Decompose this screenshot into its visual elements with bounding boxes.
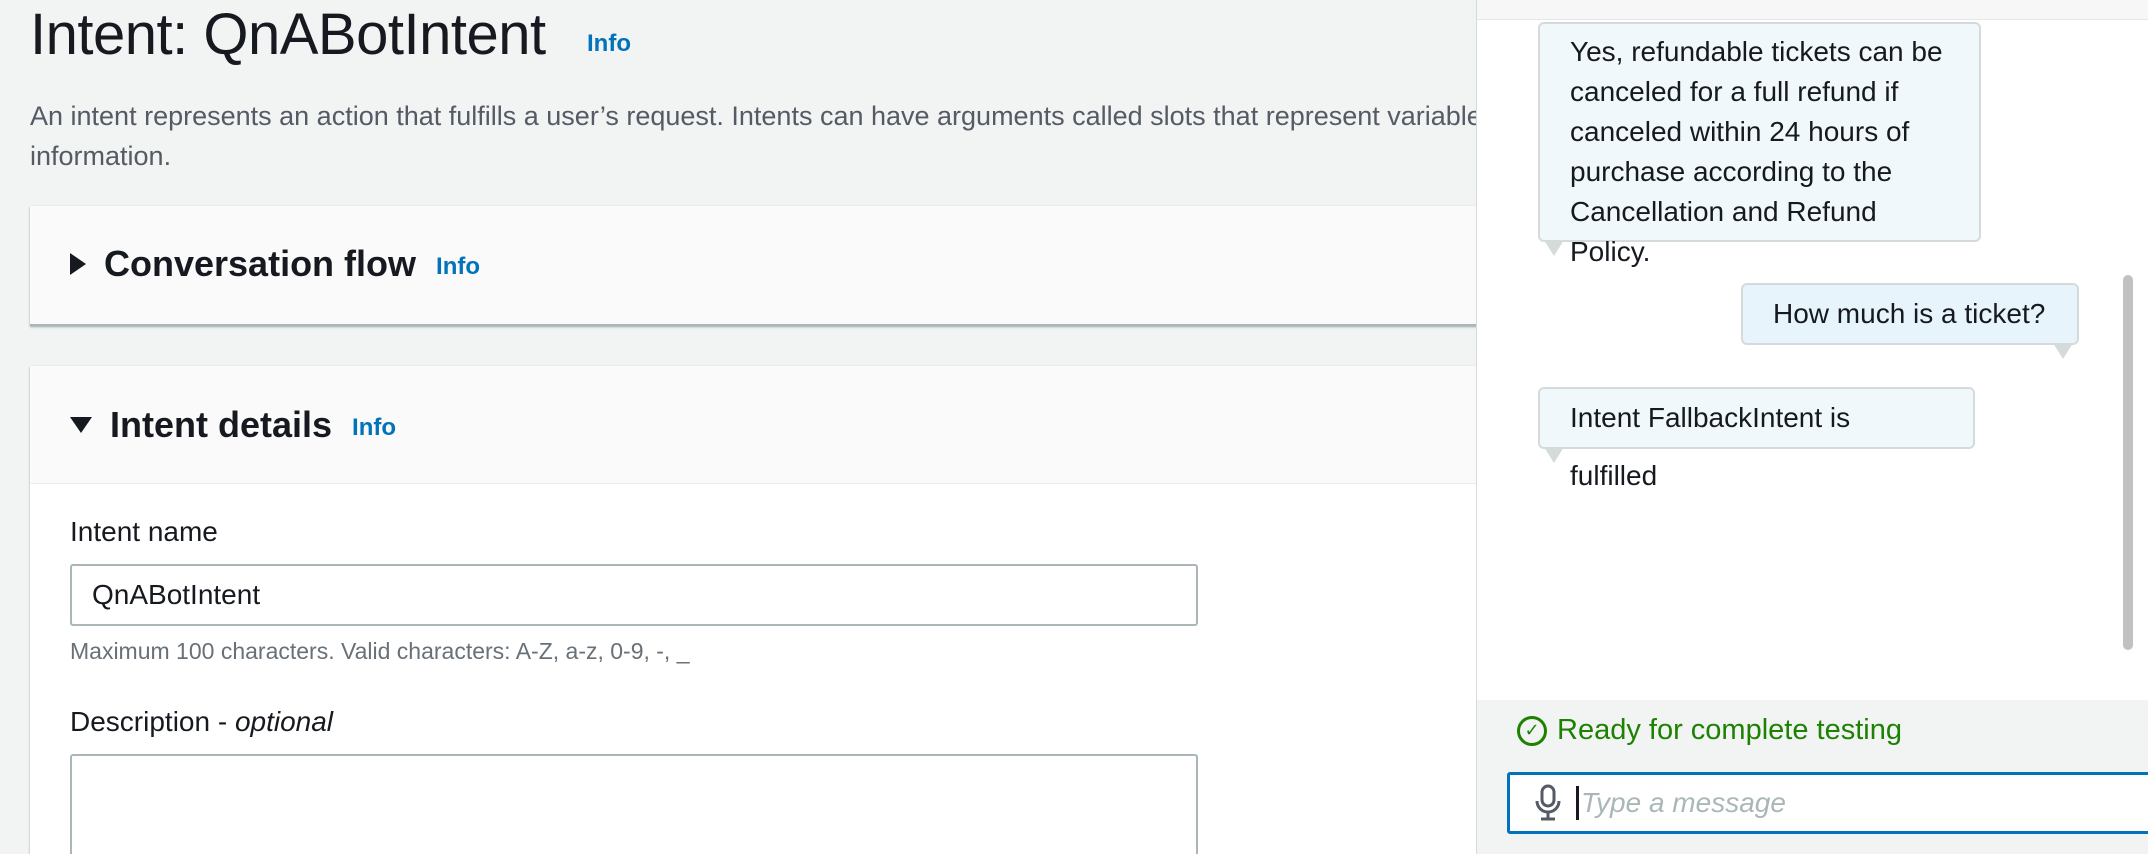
chat-scrollbar[interactable]: [2123, 275, 2133, 650]
test-chat-panel: Yes, refundable tickets can be canceled …: [1476, 0, 2148, 854]
testing-status: ✓ Ready for complete testing: [1517, 714, 1902, 747]
chat-message-user: How much is a ticket?: [1741, 283, 2079, 359]
main-content: Intent: QnABotIntent Info An intent repr…: [0, 0, 1476, 854]
caret-right-icon: [70, 253, 86, 275]
description-optional-text: optional: [234, 706, 334, 737]
intent-details-panel: Intent details Info Intent name QnABotIn…: [30, 366, 1476, 854]
intent-details-info-link[interactable]: Info: [352, 414, 396, 442]
conversation-flow-header[interactable]: Conversation flow Info: [30, 206, 1476, 322]
chat-top-bar: [1477, 0, 2148, 20]
description-label-text: Description -: [70, 706, 235, 737]
description-label: Description - optional: [70, 706, 333, 738]
intent-details-header[interactable]: Intent details Info: [30, 366, 1476, 484]
conversation-flow-panel: Conversation flow Info: [30, 206, 1476, 326]
intent-name-input[interactable]: QnABotIntent: [70, 564, 1198, 626]
intent-name-hint: Maximum 100 characters. Valid characters…: [70, 638, 690, 664]
intent-name-label: Intent name: [70, 516, 218, 547]
message-placeholder: Type a message: [1581, 787, 1786, 818]
description-textarea[interactable]: [70, 754, 1198, 854]
title-info-link[interactable]: Info: [587, 30, 631, 58]
page-description: An intent represents an action that fulf…: [30, 101, 1476, 171]
testing-status-text: Ready for complete testing: [1557, 714, 1902, 746]
conversation-flow-title: Conversation flow: [104, 243, 417, 284]
message-input[interactable]: Type a message: [1507, 772, 2148, 834]
check-circle-icon: ✓: [1517, 715, 1547, 746]
intent-details-title: Intent details: [110, 403, 333, 445]
caret-down-icon: [70, 416, 92, 433]
microphone-icon[interactable]: [1534, 784, 1562, 822]
chat-message-bot: Yes, refundable tickets can be canceled …: [1538, 22, 1981, 267]
page-title: Intent: QnABotIntent: [30, 2, 546, 67]
intent-name-value: QnABotIntent: [92, 579, 261, 610]
chat-message-bot: Intent FallbackIntent is fulfilled: [1538, 387, 1975, 491]
text-cursor: [1576, 786, 1579, 820]
conversation-flow-info-link[interactable]: Info: [436, 253, 480, 281]
